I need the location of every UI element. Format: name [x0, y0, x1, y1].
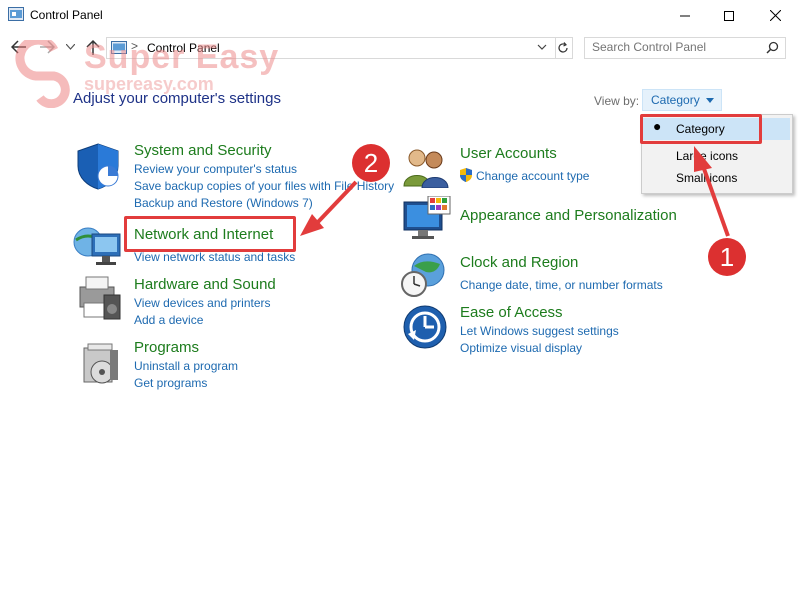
step-badge-2: 2: [352, 144, 390, 182]
annotation-arrows: [300, 146, 730, 237]
arrow-to-category: [701, 165, 730, 237]
arrow-to-network: [316, 180, 358, 224]
arrowhead-icon: [694, 146, 712, 172]
step-badge-1: 1: [708, 238, 746, 276]
